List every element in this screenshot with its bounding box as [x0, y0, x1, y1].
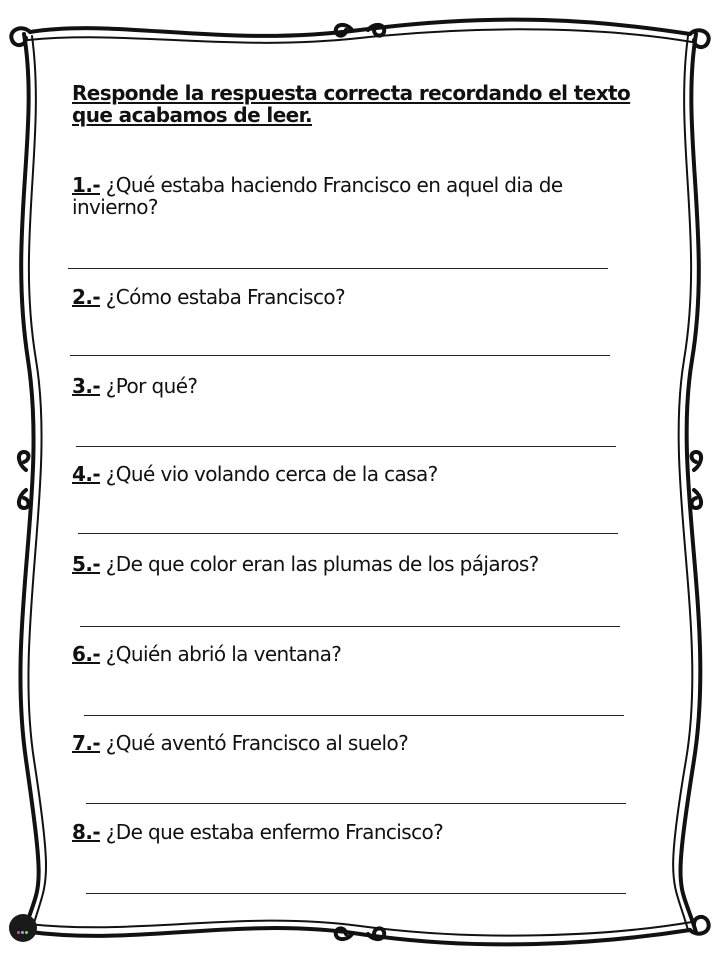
question-text: ¿De que estaba enfermo Francisco?: [100, 820, 444, 844]
question-number: 8.-: [72, 820, 101, 844]
question-5: 5.- ¿De que color eran las plumas de los…: [72, 553, 612, 575]
answer-line-3[interactable]: [76, 446, 616, 447]
question-text: ¿Por qué?: [100, 374, 198, 398]
question-8: 8.- ¿De que estaba enfermo Francisco?: [72, 821, 612, 843]
question-text: ¿Qué aventó Francisco al suelo?: [100, 731, 409, 755]
answer-line-5[interactable]: [80, 626, 620, 627]
question-7: 7.- ¿Qué aventó Francisco al suelo?: [72, 732, 612, 754]
question-4: 4.- ¿Qué vio volando cerca de la casa?: [72, 463, 612, 485]
question-number: 4.-: [72, 462, 101, 486]
instructions: Responde la respuesta correcta recordand…: [72, 81, 631, 127]
answer-line-2[interactable]: [70, 355, 610, 356]
publisher-logo-icon: [9, 914, 37, 942]
question-number: 5.-: [72, 552, 101, 576]
question-number: 3.-: [72, 374, 101, 398]
question-text: ¿Qué estaba haciendo Francisco en aquel …: [72, 173, 563, 219]
question-text: ¿De que color eran las plumas de los páj…: [100, 552, 540, 576]
question-number: 2.-: [72, 285, 101, 309]
question-2: 2.- ¿Cómo estaba Francisco?: [72, 286, 612, 308]
question-number: 7.-: [72, 731, 101, 755]
question-6: 6.- ¿Quién abrió la ventana?: [72, 643, 612, 665]
answer-line-8[interactable]: [86, 893, 626, 894]
question-number: 6.-: [72, 642, 101, 666]
answer-line-4[interactable]: [78, 533, 618, 534]
question-text: ¿Cómo estaba Francisco?: [100, 285, 346, 309]
question-1: 1.- ¿Qué estaba haciendo Francisco en aq…: [72, 174, 612, 218]
logo-dots: [17, 931, 29, 935]
answer-line-6[interactable]: [84, 715, 624, 716]
question-number: 1.-: [72, 173, 101, 197]
question-3: 3.- ¿Por qué?: [72, 375, 612, 397]
answer-line-1[interactable]: [68, 268, 608, 269]
answer-line-7[interactable]: [86, 803, 626, 804]
question-text: ¿Qué vio volando cerca de la casa?: [100, 462, 439, 486]
question-text: ¿Quién abrió la ventana?: [100, 642, 342, 666]
